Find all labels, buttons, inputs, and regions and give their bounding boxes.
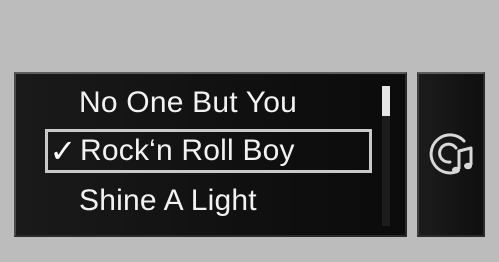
cd-music-icon (429, 133, 473, 175)
song-item-label: Rock‘n Roll Boy (80, 134, 295, 167)
song-item-no-one-but-you[interactable]: No One But You (45, 81, 372, 125)
song-list-display: No One But You ✓ Rock‘n Roll Boy Shine A… (14, 72, 407, 237)
music-source-button[interactable] (417, 72, 485, 237)
song-item-shine-a-light[interactable]: Shine A Light (45, 179, 372, 223)
checkmark-icon: ✓ (49, 133, 77, 169)
scrollbar[interactable] (382, 86, 390, 226)
song-list: No One But You ✓ Rock‘n Roll Boy Shine A… (16, 74, 376, 235)
song-item-label: Shine A Light (79, 184, 257, 217)
scrollbar-thumb[interactable] (382, 86, 390, 116)
song-item-label: No One But You (79, 86, 297, 119)
song-item-rock-n-roll-boy-selected[interactable]: ✓ Rock‘n Roll Boy (45, 129, 372, 173)
